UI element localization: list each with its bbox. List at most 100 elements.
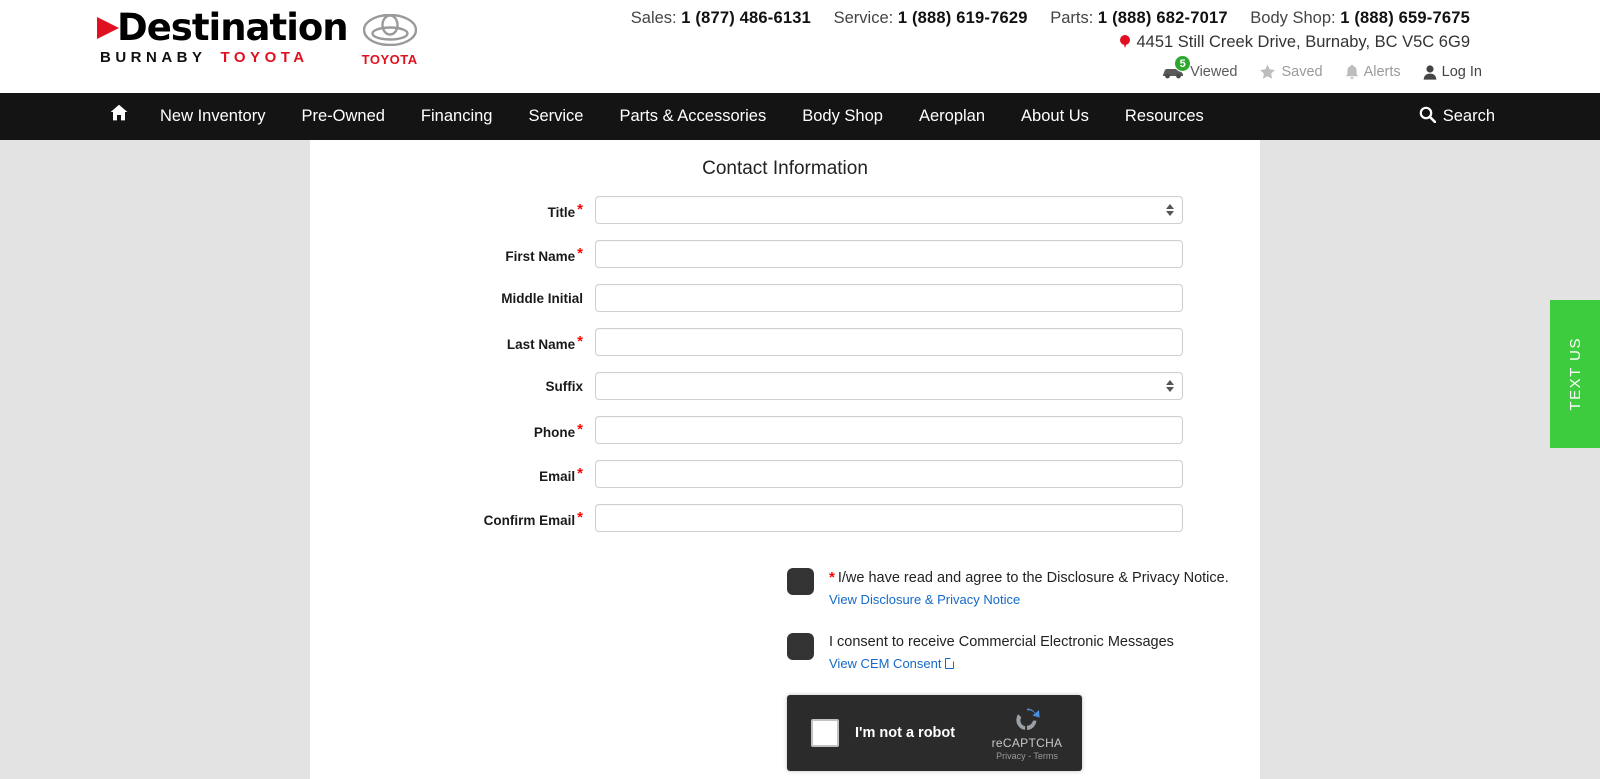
account-item-viewed[interactable]: 5 Viewed: [1161, 55, 1238, 80]
nav-item-about-us[interactable]: About Us: [1003, 93, 1107, 140]
phone-input[interactable]: [595, 416, 1183, 444]
nav-item-new-inventory[interactable]: New Inventory: [142, 93, 283, 140]
text-us-label: TEXT US: [1566, 337, 1584, 411]
search-icon: [1419, 106, 1437, 128]
account-item-login[interactable]: Log In: [1423, 64, 1482, 80]
contact-parts-label: Parts:: [1050, 9, 1094, 27]
toyota-badge: TOYOTA: [362, 13, 418, 67]
contact-bodyshop-label: Body Shop:: [1250, 9, 1336, 27]
label-confirm-email-text: Confirm Email: [483, 512, 576, 528]
nav-item-resources[interactable]: Resources: [1107, 93, 1222, 140]
account-item-saved[interactable]: Saved: [1259, 64, 1323, 80]
logo-wordmark: Destination: [117, 6, 349, 49]
recaptcha-terms-text[interactable]: Privacy - Terms: [984, 751, 1070, 761]
recaptcha-checkbox[interactable]: [811, 719, 839, 747]
first-name-input[interactable]: [595, 240, 1183, 268]
required-asterisk: *: [577, 420, 583, 438]
control-confirm-email: [595, 504, 1183, 532]
site-logo[interactable]: Destination BURNABY TOYOTA TOYOTA: [95, 8, 418, 67]
form-row-phone: Phone *: [310, 408, 1260, 452]
contact-sales-number[interactable]: 1 (877) 486-6131: [681, 9, 811, 27]
control-phone: [595, 416, 1183, 444]
nav-item-body-shop[interactable]: Body Shop: [784, 93, 901, 140]
contact-sales-label: Sales:: [630, 9, 677, 27]
page-title: Contact Information: [702, 158, 868, 179]
bell-icon: [1345, 64, 1359, 80]
recaptcha-logo-icon: [984, 705, 1070, 735]
nav-item-financing[interactable]: Financing: [403, 93, 511, 140]
required-asterisk: *: [577, 508, 583, 526]
nav-item-parts-accessories[interactable]: Parts & Accessories: [602, 93, 785, 140]
consent-privacy: * I/we have read and agree to the Disclos…: [787, 566, 1260, 609]
nav-item-pre-owned[interactable]: Pre-Owned: [283, 93, 402, 140]
middle-initial-input[interactable]: [595, 284, 1183, 312]
control-title: [595, 196, 1183, 224]
label-confirm-email: Confirm Email *: [310, 509, 595, 528]
account-item-saved-label: Saved: [1281, 64, 1323, 80]
view-cem-consent-link[interactable]: View CEM Consent: [829, 656, 955, 671]
contact-service-label: Service:: [833, 9, 894, 27]
cem-consent-checkbox[interactable]: [787, 633, 814, 660]
form-row-first-name: First Name *: [310, 232, 1260, 276]
suffix-select[interactable]: [595, 372, 1183, 400]
contact-service-number[interactable]: 1 (888) 619-7629: [898, 9, 1028, 27]
contact-parts: Parts: 1 (888) 682-7017: [1050, 9, 1232, 27]
nav-item-service[interactable]: Service: [510, 93, 601, 140]
nav-search-button[interactable]: Search: [1419, 93, 1495, 140]
logo-arrow-icon: [97, 17, 119, 39]
recaptcha-branding: reCAPTCHA Privacy - Terms: [984, 705, 1070, 761]
label-phone-text: Phone: [533, 424, 576, 440]
required-asterisk: *: [829, 569, 835, 586]
privacy-consent-text-block: * I/we have read and agree to the Disclos…: [829, 566, 1229, 609]
nav-item-home[interactable]: [96, 93, 142, 140]
required-asterisk: *: [577, 200, 583, 218]
contact-form-panel: Contact Information Title * First Name * M…: [310, 140, 1260, 779]
account-item-viewed-label: Viewed: [1190, 64, 1238, 80]
form-row-title: Title *: [310, 188, 1260, 232]
label-email-text: Email: [539, 468, 576, 484]
required-asterisk: *: [577, 244, 583, 262]
contact-service: Service: 1 (888) 619-7629: [834, 9, 1033, 27]
account-item-alerts[interactable]: Alerts: [1345, 64, 1401, 80]
recaptcha-widget[interactable]: I'm not a robot reCAPTCHA Privacy - Term…: [787, 695, 1082, 771]
label-phone: Phone *: [310, 421, 595, 440]
nav-item-aeroplan[interactable]: Aeroplan: [901, 93, 1003, 140]
control-last-name: [595, 328, 1183, 356]
dealer-address-text: 4451 Still Creek Drive, Burnaby, BC V5C …: [1136, 33, 1470, 51]
form-row-last-name: Last Name *: [310, 320, 1260, 364]
dealer-address[interactable]: 4451 Still Creek Drive, Burnaby, BC V5C …: [1120, 33, 1470, 52]
logo-burnaby-text: BURNABY: [100, 49, 207, 66]
view-cem-consent-label: View CEM Consent: [829, 656, 942, 671]
account-toolbar: 5 Viewed Saved Alerts Log In: [1161, 55, 1482, 80]
text-us-tab[interactable]: TEXT US: [1550, 300, 1600, 448]
spinner-arrows-icon: [1166, 380, 1174, 392]
view-privacy-notice-link[interactable]: View Disclosure & Privacy Notice: [829, 592, 1020, 607]
label-title-text: Title: [547, 204, 576, 220]
confirm-email-input[interactable]: [595, 504, 1183, 532]
contact-sales: Sales: 1 (877) 486-6131: [631, 9, 816, 27]
site-header: Destination BURNABY TOYOTA TOYOTA Sales:…: [0, 0, 1600, 93]
cem-consent-text-block: I consent to receive Commercial Electron…: [829, 631, 1174, 673]
privacy-consent-label: I/we have read and agree to the Disclosu…: [837, 570, 1229, 586]
label-middle-initial: Middle Initial: [310, 291, 595, 306]
control-email: [595, 460, 1183, 488]
label-first-name-text: First Name: [505, 248, 576, 264]
logo-destination: Destination BURNABY TOYOTA: [95, 6, 349, 66]
label-middle-initial-text: Middle Initial: [501, 290, 583, 306]
contact-parts-number[interactable]: 1 (888) 682-7017: [1098, 9, 1228, 27]
control-first-name: [595, 240, 1183, 268]
nav-search-label: Search: [1442, 107, 1495, 125]
star-icon: [1259, 64, 1276, 80]
privacy-consent-checkbox[interactable]: [787, 568, 814, 595]
required-asterisk: *: [577, 464, 583, 482]
email-input[interactable]: [595, 460, 1183, 488]
last-name-input[interactable]: [595, 328, 1183, 356]
logo-toyota-text: TOYOTA: [220, 49, 309, 66]
title-select[interactable]: [595, 196, 1183, 224]
control-middle-initial: [595, 284, 1183, 312]
account-item-login-label: Log In: [1441, 64, 1482, 80]
label-suffix: Suffix: [310, 379, 595, 394]
label-last-name: Last Name *: [310, 333, 595, 352]
contact-bodyshop-number[interactable]: 1 (888) 659-7675: [1340, 9, 1470, 27]
contact-phone-list: Sales: 1 (877) 486-6131 Service: 1 (888)…: [631, 9, 1470, 28]
